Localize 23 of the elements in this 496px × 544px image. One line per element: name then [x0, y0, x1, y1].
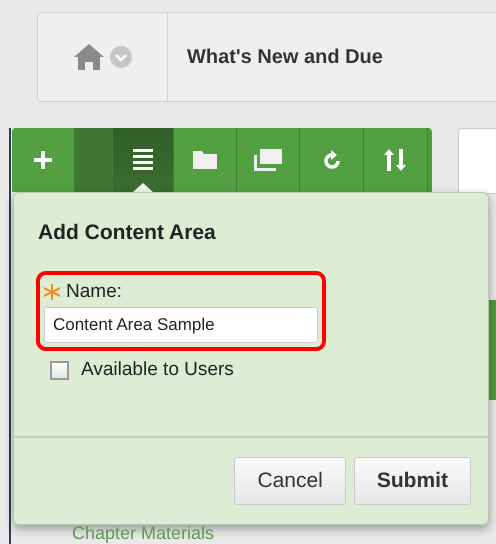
folder-icon	[193, 151, 217, 169]
plus-icon	[34, 151, 52, 169]
submit-button[interactable]: Submit	[354, 457, 471, 505]
chevron-down-icon[interactable]	[110, 46, 132, 68]
toolbar-button[interactable]	[237, 128, 300, 192]
cancel-button[interactable]: Cancel	[234, 457, 346, 505]
toolbar-button[interactable]	[174, 128, 237, 192]
name-field[interactable]: Content Area Sample	[44, 307, 318, 343]
field-label: Name:	[66, 281, 122, 303]
home-icon[interactable]	[74, 44, 104, 70]
windows-icon	[254, 149, 282, 171]
required-icon	[44, 284, 60, 300]
page-title: What's New and Due	[187, 46, 383, 68]
dialog-title: Add Content Area	[38, 221, 217, 245]
list-icon	[133, 149, 153, 171]
refresh-icon	[322, 149, 342, 171]
checkbox-label: Available to Users	[81, 359, 234, 381]
toolbar-button[interactable]	[300, 128, 364, 192]
toolbar-button[interactable]	[12, 128, 75, 192]
sort-icon	[384, 149, 408, 171]
toolbar-button[interactable]	[113, 128, 174, 192]
checkbox[interactable]	[50, 360, 69, 380]
toolbar-button[interactable]	[364, 128, 428, 192]
